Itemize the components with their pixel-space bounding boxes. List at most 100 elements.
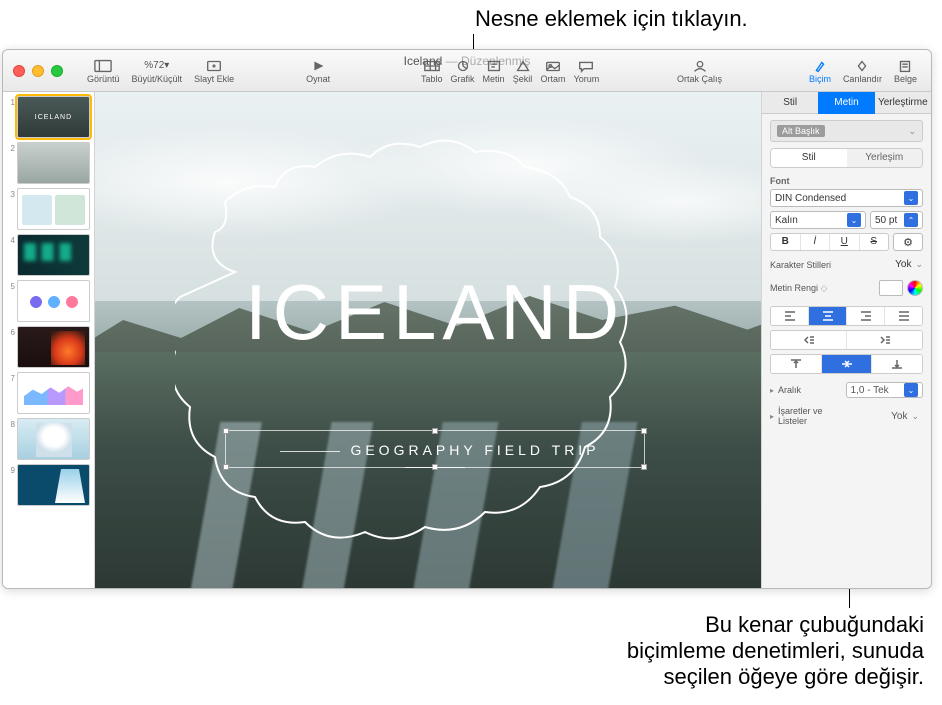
add-slide-icon bbox=[204, 58, 224, 74]
outdent-button[interactable] bbox=[771, 331, 847, 349]
comment-button[interactable]: Yorum bbox=[570, 51, 604, 91]
valign-middle-button[interactable] bbox=[822, 355, 873, 373]
font-family-select[interactable]: DIN Condensed⌄ bbox=[770, 189, 923, 207]
inspector-body: Alt Başlık ⌄ Stil Yerleşim Font DIN Cond… bbox=[762, 114, 931, 435]
thumb-index: 9 bbox=[7, 464, 17, 475]
paragraph-style-picker[interactable]: Alt Başlık ⌄ bbox=[770, 120, 923, 142]
text-button[interactable]: Metin bbox=[479, 51, 509, 91]
bullets-disclosure[interactable]: İşaretler ve Listeler Yok⌄ bbox=[770, 406, 923, 426]
animate-button[interactable]: Canlandır bbox=[837, 51, 888, 91]
view-button[interactable]: Görüntü bbox=[81, 51, 126, 91]
comment-icon bbox=[576, 58, 596, 74]
app-window: Iceland — Düzenlenmiş Görüntü %72 ▾ Büyü… bbox=[2, 49, 932, 589]
slide-thumb-7[interactable] bbox=[17, 372, 90, 414]
selection-handle-se[interactable] bbox=[641, 464, 647, 470]
document-button[interactable]: Belge bbox=[888, 51, 923, 91]
subtab-layout[interactable]: Yerleşim bbox=[847, 149, 923, 167]
strike-button[interactable]: S bbox=[860, 234, 889, 250]
slide-thumb-1[interactable] bbox=[17, 96, 90, 138]
collaborate-icon bbox=[690, 58, 710, 74]
selection-handle-nw[interactable] bbox=[223, 428, 229, 434]
subtitle-rule-right bbox=[405, 467, 465, 468]
gear-icon: ⚙︎ bbox=[903, 236, 913, 249]
bullets-select[interactable]: Yok⌄ bbox=[847, 408, 924, 424]
add-slide-label: Slayt Ekle bbox=[194, 74, 234, 84]
text-label: Metin bbox=[483, 74, 505, 84]
slide-canvas[interactable]: ICELAND GEOGRAPHY FIELD TRIP bbox=[95, 92, 761, 588]
view-label: Görüntü bbox=[87, 74, 120, 84]
annotation-bottom-l3: seçilen öğeye göre değişir. bbox=[627, 664, 924, 690]
slide-thumb-3[interactable] bbox=[17, 188, 90, 230]
underline-button[interactable]: U bbox=[830, 234, 860, 250]
inspector-tab-text[interactable]: Metin bbox=[818, 92, 874, 114]
add-slide-button[interactable]: Slayt Ekle bbox=[188, 51, 240, 91]
italic-button[interactable]: İ bbox=[801, 234, 831, 250]
inspector-tab-style[interactable]: Stil bbox=[762, 92, 818, 114]
vertical-align-group bbox=[770, 354, 923, 374]
media-label: Ortam bbox=[541, 74, 566, 84]
thumb-index: 3 bbox=[7, 188, 17, 199]
window-controls bbox=[3, 65, 63, 77]
align-right-button[interactable] bbox=[847, 307, 885, 325]
slide-title-text[interactable]: ICELAND bbox=[215, 267, 655, 358]
minimize-window-button[interactable] bbox=[32, 65, 44, 77]
horizontal-align-group bbox=[770, 306, 923, 326]
slide-subtitle-text[interactable]: GEOGRAPHY FIELD TRIP bbox=[235, 442, 635, 474]
align-justify-button[interactable] bbox=[885, 307, 922, 325]
char-styles-label: Karakter Stilleri bbox=[770, 260, 889, 270]
chevron-down-icon: ⌄ bbox=[908, 126, 916, 137]
slide-thumb-4[interactable] bbox=[17, 234, 90, 276]
slide-thumb-6[interactable] bbox=[17, 326, 90, 368]
close-window-button[interactable] bbox=[13, 65, 25, 77]
subtitle-rule-left bbox=[280, 451, 340, 452]
spacing-disclosure[interactable]: Aralık 1,0 - Tek⌄ bbox=[770, 382, 923, 398]
align-center-button[interactable] bbox=[809, 307, 847, 325]
text-advanced-button[interactable]: ⚙︎ bbox=[893, 233, 923, 251]
font-size-field[interactable]: 50 pt⌃ bbox=[870, 211, 923, 229]
zoom-button[interactable]: %72 ▾ Büyüt/Küçült bbox=[126, 51, 189, 91]
inspector-tab-arrange[interactable]: Yerleştirme bbox=[875, 92, 931, 114]
thumb-index: 1 bbox=[7, 96, 17, 107]
paragraph-style-name: Alt Başlık bbox=[777, 125, 825, 137]
slide-thumb-9[interactable] bbox=[17, 464, 90, 506]
color-picker-button[interactable] bbox=[907, 280, 923, 296]
shape-icon bbox=[513, 58, 533, 74]
thumb-index: 2 bbox=[7, 142, 17, 153]
text-color-well[interactable] bbox=[879, 280, 903, 296]
play-icon bbox=[308, 58, 328, 74]
slide-thumb-8[interactable] bbox=[17, 418, 90, 460]
selection-handle-ne[interactable] bbox=[641, 428, 647, 434]
dropdown-arrow-icon: ⌄ bbox=[904, 383, 918, 397]
media-button[interactable]: Ortam bbox=[537, 51, 570, 91]
table-icon bbox=[422, 58, 442, 74]
valign-top-button[interactable] bbox=[771, 355, 822, 373]
align-left-button[interactable] bbox=[771, 307, 809, 325]
slide[interactable]: ICELAND GEOGRAPHY FIELD TRIP bbox=[95, 92, 761, 589]
play-button[interactable]: Oynat bbox=[300, 51, 336, 91]
slide-navigator[interactable]: 1 2 3 4 5 6 7 8 9 bbox=[3, 92, 95, 588]
slide-thumb-2[interactable] bbox=[17, 142, 90, 184]
window-body: 1 2 3 4 5 6 7 8 9 ICELAND bbox=[3, 92, 931, 588]
text-subtabs: Stil Yerleşim bbox=[770, 148, 923, 168]
bold-button[interactable]: B bbox=[771, 234, 801, 250]
indent-button[interactable] bbox=[847, 331, 922, 349]
selection-handle-n[interactable] bbox=[432, 428, 438, 434]
slide-thumb-5[interactable] bbox=[17, 280, 90, 322]
valign-bottom-button[interactable] bbox=[872, 355, 922, 373]
font-weight-select[interactable]: Kalın⌄ bbox=[770, 211, 866, 229]
char-styles-value[interactable]: Yok⌄ bbox=[895, 259, 923, 270]
format-label: Biçim bbox=[809, 74, 831, 84]
shape-label: Şekil bbox=[513, 74, 533, 84]
inspector-tabs: Stil Metin Yerleştirme bbox=[762, 92, 931, 114]
chart-button[interactable]: Grafik bbox=[447, 51, 479, 91]
format-button[interactable]: Biçim bbox=[803, 51, 837, 91]
table-button[interactable]: Tablo bbox=[417, 51, 447, 91]
media-icon bbox=[543, 58, 563, 74]
line-spacing-select[interactable]: 1,0 - Tek⌄ bbox=[846, 382, 924, 398]
comment-label: Yorum bbox=[574, 74, 600, 84]
zoom-window-button[interactable] bbox=[51, 65, 63, 77]
subtab-style[interactable]: Stil bbox=[771, 149, 847, 167]
shape-button[interactable]: Şekil bbox=[509, 51, 537, 91]
selection-handle-sw[interactable] bbox=[223, 464, 229, 470]
collaborate-button[interactable]: Ortak Çalış bbox=[671, 51, 728, 91]
